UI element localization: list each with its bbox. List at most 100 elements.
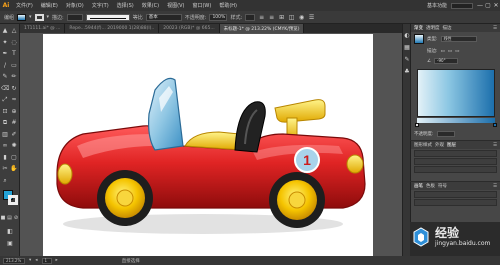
artboard-number-input[interactable]: 1 <box>41 257 52 264</box>
gradient-slider[interactable] <box>415 118 497 127</box>
minimize-button[interactable]: — <box>476 2 484 10</box>
search-input[interactable] <box>451 2 473 9</box>
brush-icon[interactable]: ✎ <box>1 73 9 81</box>
shape-builder-icon[interactable]: ⊕ <box>10 108 18 116</box>
menu-effect[interactable]: 效果(C) <box>138 2 163 9</box>
stroke-swatch[interactable] <box>34 13 44 21</box>
workspace-switcher[interactable]: 基本功能 <box>427 2 451 9</box>
stroke-gradient-icon[interactable]: ▭ <box>448 49 452 54</box>
chevron-down-icon[interactable]: ▾ <box>29 14 32 20</box>
color-mode-icon[interactable]: ■ <box>0 214 6 222</box>
hand-icon[interactable]: ✋ <box>10 165 18 173</box>
prev-artboard-icon[interactable]: ◂ <box>35 258 37 263</box>
perspective-icon[interactable]: ⧉ <box>1 119 9 127</box>
gradient-type-select[interactable]: 线性 <box>440 36 477 42</box>
mesh-icon[interactable]: # <box>10 119 18 127</box>
stroke-profile-preview[interactable] <box>85 13 130 21</box>
tab-brushes[interactable]: 画笔 <box>414 183 423 189</box>
tab-stroke[interactable]: 描边 <box>443 25 452 31</box>
tab-gradient[interactable]: 渐变 <box>414 25 423 31</box>
stroke-gradient-icon[interactable]: ▭ <box>441 49 445 54</box>
layer-row[interactable] <box>414 158 497 165</box>
type-icon[interactable]: T <box>10 50 18 58</box>
rotate-icon[interactable]: ↻ <box>10 85 18 93</box>
drawing-mode-icon[interactable]: ◧ <box>6 228 14 236</box>
artboard-icon[interactable]: ▢ <box>10 154 18 162</box>
chevron-down-icon[interactable]: ▾ <box>29 258 31 263</box>
brush-style-input[interactable]: 基本 <box>145 13 182 21</box>
gradient-mode-icon[interactable]: ▤ <box>7 214 13 222</box>
tab-swatches[interactable]: 色板 <box>426 183 435 189</box>
eraser-icon[interactable]: ⌫ <box>1 85 9 93</box>
race-car-illustration[interactable]: 1 <box>43 34 373 256</box>
align-center-icon[interactable]: ≡ <box>268 14 275 21</box>
angle-input[interactable]: -90° <box>434 58 459 64</box>
layer-row[interactable] <box>414 166 497 173</box>
menu-object[interactable]: 对象(O) <box>62 2 88 9</box>
menu-select[interactable]: 选择(S) <box>113 2 138 9</box>
gradient-thumbnail[interactable] <box>414 34 424 44</box>
document-tab[interactable]: Repe...5944(f)... 2019000 1(28)88(l).. <box>65 24 160 33</box>
chevron-down-icon[interactable]: ▾ <box>47 14 50 20</box>
opacity-input[interactable]: 100% <box>209 13 228 21</box>
fill-stroke-selector[interactable] <box>3 190 18 205</box>
maximize-button[interactable]: ▢ <box>484 2 492 10</box>
pencil-icon[interactable]: ✏ <box>10 73 18 81</box>
symbol-sprayer-icon[interactable]: ✺ <box>10 142 18 150</box>
slice-icon[interactable]: ✂ <box>1 165 9 173</box>
menu-type[interactable]: 文字(T) <box>88 2 113 9</box>
menu-view[interactable]: 视图(V) <box>163 2 188 9</box>
eyedropper-icon[interactable]: ✐ <box>10 131 18 139</box>
gradient-icon[interactable]: ▥ <box>1 131 9 139</box>
document-tab[interactable]: 1T1111.ai* @ ... <box>20 24 66 33</box>
panel-menu-icon[interactable]: ☰ <box>493 26 497 31</box>
gradient-stop-end[interactable] <box>493 123 497 127</box>
tab-graphic-styles[interactable]: 图形样式 <box>414 142 432 148</box>
canvas-area[interactable]: 1 <box>20 33 402 256</box>
menu-edit[interactable]: 编辑(E) <box>37 2 62 9</box>
brush-row[interactable] <box>414 191 497 198</box>
pen-icon[interactable]: ✒ <box>1 50 9 58</box>
menu-window[interactable]: 窗口(W) <box>188 2 215 9</box>
warp-icon[interactable]: ≈ <box>10 96 18 104</box>
document-tab-active[interactable]: 未标题-1* @ 213.22% (CMYK/预览) <box>219 24 305 33</box>
scale-icon[interactable]: ⤢ <box>1 96 9 104</box>
tab-appearance[interactable]: 外观 <box>435 142 444 148</box>
tab-layers[interactable]: 图层 <box>447 142 456 148</box>
document-tab[interactable]: 20023 (RGB)* @ 665... <box>159 24 220 33</box>
stroke-weight-input[interactable] <box>66 13 83 21</box>
fill-swatch[interactable] <box>17 13 27 21</box>
graphic-style-picker[interactable] <box>245 13 256 21</box>
selection-icon[interactable]: ▲ <box>1 27 9 35</box>
next-artboard-icon[interactable]: ▸ <box>56 258 58 263</box>
layer-row[interactable] <box>414 150 497 157</box>
screen-mode-icon[interactable]: ▣ <box>6 240 14 248</box>
brush-row[interactable] <box>414 199 497 206</box>
tab-transparency[interactable]: 透明度 <box>426 25 440 31</box>
menu-help[interactable]: 帮助(H) <box>215 2 241 9</box>
menu-file[interactable]: 文件(F) <box>12 2 37 9</box>
transform-icon[interactable]: ⊞ <box>278 14 285 21</box>
none-mode-icon[interactable]: ⊘ <box>13 214 19 222</box>
stroke-color-box[interactable] <box>8 195 18 205</box>
panel-menu-icon[interactable]: ☰ <box>493 143 497 148</box>
recolor-icon[interactable]: ◉ <box>298 14 305 21</box>
magic-wand-icon[interactable]: ✦ <box>1 39 9 47</box>
line-icon[interactable]: / <box>1 62 9 70</box>
rectangle-icon[interactable]: ▭ <box>10 62 18 70</box>
lasso-icon[interactable]: ◌ <box>10 39 18 47</box>
graph-icon[interactable]: ▮ <box>1 154 9 162</box>
direct-select-icon[interactable]: △ <box>10 27 18 35</box>
tab-symbols[interactable]: 符号 <box>438 183 447 189</box>
isolate-icon[interactable]: ◫ <box>288 14 295 21</box>
align-left-icon[interactable]: ≡ <box>258 14 265 21</box>
stop-opacity-input[interactable] <box>436 131 455 137</box>
zoom-input[interactable]: 213.2% <box>3 257 25 264</box>
panel-menu-icon[interactable]: ☰ <box>308 14 315 21</box>
artboard[interactable]: 1 <box>43 34 373 256</box>
panel-menu-icon[interactable]: ☰ <box>493 184 497 189</box>
stroke-gradient-icon[interactable]: ▭ <box>455 49 459 54</box>
free-transform-icon[interactable]: ⊡ <box>1 108 9 116</box>
close-button[interactable]: ✕ <box>492 2 500 10</box>
blend-icon[interactable]: ∞ <box>1 142 9 150</box>
